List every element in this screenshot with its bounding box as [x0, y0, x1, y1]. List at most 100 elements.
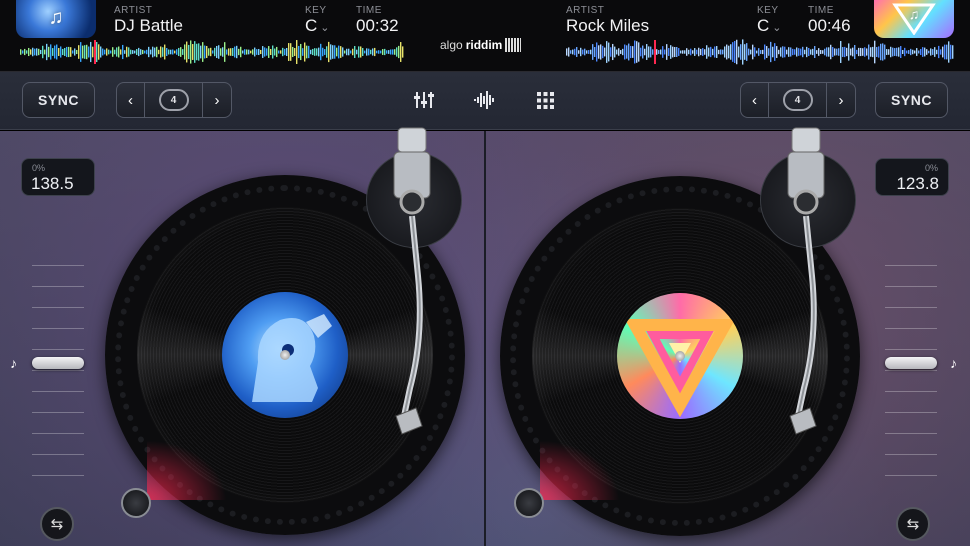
waveform-bar — [808, 47, 810, 57]
waveform-bar — [48, 46, 50, 58]
waveform-bar — [108, 49, 110, 55]
waveform-bar — [932, 49, 934, 55]
right-loop-next-button[interactable]: › — [827, 83, 855, 117]
waveform-bar — [622, 48, 624, 56]
waveform-bar — [294, 48, 296, 56]
waveform-bar — [612, 43, 614, 61]
waveform-bar — [274, 48, 276, 56]
right-loop-prev-button[interactable]: ‹ — [741, 83, 769, 117]
waveform-bar — [760, 50, 762, 54]
left-tempo-display[interactable]: 0% 138.5 — [21, 158, 95, 196]
mixer-icon[interactable] — [414, 90, 434, 110]
waveform-bar — [828, 47, 830, 57]
waveform-bar — [214, 47, 216, 57]
waveform-bar — [28, 47, 30, 57]
right-sync-button[interactable]: SYNC — [875, 82, 948, 118]
waveform-bar — [266, 48, 268, 56]
waveform-bar — [316, 48, 318, 56]
waveform-bar — [256, 49, 258, 55]
waveform-bar — [930, 48, 932, 56]
waveform-bar — [664, 49, 666, 55]
waveform-bar — [210, 47, 212, 57]
left-start-stop-button[interactable] — [121, 488, 151, 518]
waveform-bar — [604, 47, 606, 57]
waveform-bar — [780, 47, 782, 57]
right-album-art[interactable]: ♫ — [874, 0, 954, 38]
right-start-stop-button[interactable] — [514, 488, 544, 518]
waveform-bar — [402, 46, 404, 58]
waveform-bar — [624, 44, 626, 60]
waveform-bar — [680, 50, 682, 54]
waveform-bar — [678, 48, 680, 56]
waveform-bar — [876, 47, 878, 57]
right-pitch-fader[interactable] — [885, 357, 937, 369]
left-album-art[interactable]: ♫ — [16, 0, 96, 38]
waveform-bar — [160, 46, 162, 58]
waveform-bar — [272, 45, 274, 59]
waveform-bar — [268, 46, 270, 58]
waveform-bar — [648, 46, 650, 58]
right-loop-button[interactable]: 4 — [769, 83, 827, 117]
waveform-bar — [596, 42, 598, 62]
right-tempo-display[interactable]: 0% 123.8 — [875, 158, 949, 196]
pitch-tick — [32, 307, 84, 308]
left-cue-button[interactable]: ⇆ — [40, 507, 74, 541]
pitch-tick — [32, 391, 84, 392]
left-key-label: KEY — [305, 5, 327, 16]
left-loop-next-button[interactable]: › — [203, 83, 231, 117]
waveform-bar — [618, 48, 620, 56]
waveform-bar — [390, 49, 392, 55]
waveform-bar — [58, 48, 60, 56]
waveform-bar — [264, 47, 266, 57]
waveform-bar — [734, 40, 736, 64]
waveform-bar — [64, 47, 66, 57]
left-key-selector[interactable]: C ⌄ — [305, 16, 330, 36]
waveform-bar — [580, 47, 582, 57]
waveform-bar — [122, 44, 124, 60]
right-key-selector[interactable]: C ⌄ — [757, 16, 782, 36]
chevron-left-icon: ‹ — [128, 91, 133, 109]
waveform-bar — [296, 40, 298, 64]
left-needle-glow — [147, 440, 227, 500]
waveform-bar — [148, 46, 150, 58]
pitch-tick — [32, 265, 84, 266]
right-waveform[interactable] — [566, 38, 954, 66]
waveform-bar — [722, 49, 724, 55]
waveform-bar — [320, 43, 322, 61]
grid-icon[interactable] — [537, 92, 554, 109]
waveform-bar — [86, 44, 88, 60]
waveform-bar — [790, 47, 792, 57]
left-sync-button[interactable]: SYNC — [22, 82, 95, 118]
waveform-bar — [286, 47, 288, 57]
waveform-bar — [156, 46, 158, 58]
waveform-bar — [950, 44, 952, 60]
waveform-bar — [258, 48, 260, 56]
left-pitch-fader[interactable] — [32, 357, 84, 369]
waveform-bar — [762, 49, 764, 55]
waveform-bar — [720, 49, 722, 55]
right-time-label: TIME — [808, 5, 834, 16]
waveform-bar — [594, 47, 596, 57]
left-loop-button[interactable]: 4 — [145, 83, 203, 117]
waveform-bar — [250, 50, 252, 54]
waveform-icon[interactable] — [474, 90, 496, 110]
waveform-bar — [700, 48, 702, 56]
waveform-bar — [718, 49, 720, 55]
waveform-bar — [920, 48, 922, 56]
waveform-bar — [246, 49, 248, 55]
waveform-bar — [862, 48, 864, 56]
left-tonearm[interactable] — [360, 126, 470, 446]
waveform-bar — [150, 49, 152, 55]
right-cue-button[interactable]: ⇆ — [896, 507, 930, 541]
right-tonearm[interactable] — [754, 126, 864, 446]
waveform-bar — [382, 49, 384, 55]
waveform-bar — [776, 46, 778, 58]
waveform-bar — [842, 47, 844, 57]
waveform-bar — [878, 46, 880, 58]
waveform-bar — [84, 45, 86, 59]
left-loop-prev-button[interactable]: ‹ — [117, 83, 145, 117]
left-waveform[interactable] — [20, 38, 404, 66]
waveform-bar — [946, 44, 948, 60]
waveform-bar — [724, 46, 726, 58]
loop-icon: 4 — [782, 89, 813, 111]
